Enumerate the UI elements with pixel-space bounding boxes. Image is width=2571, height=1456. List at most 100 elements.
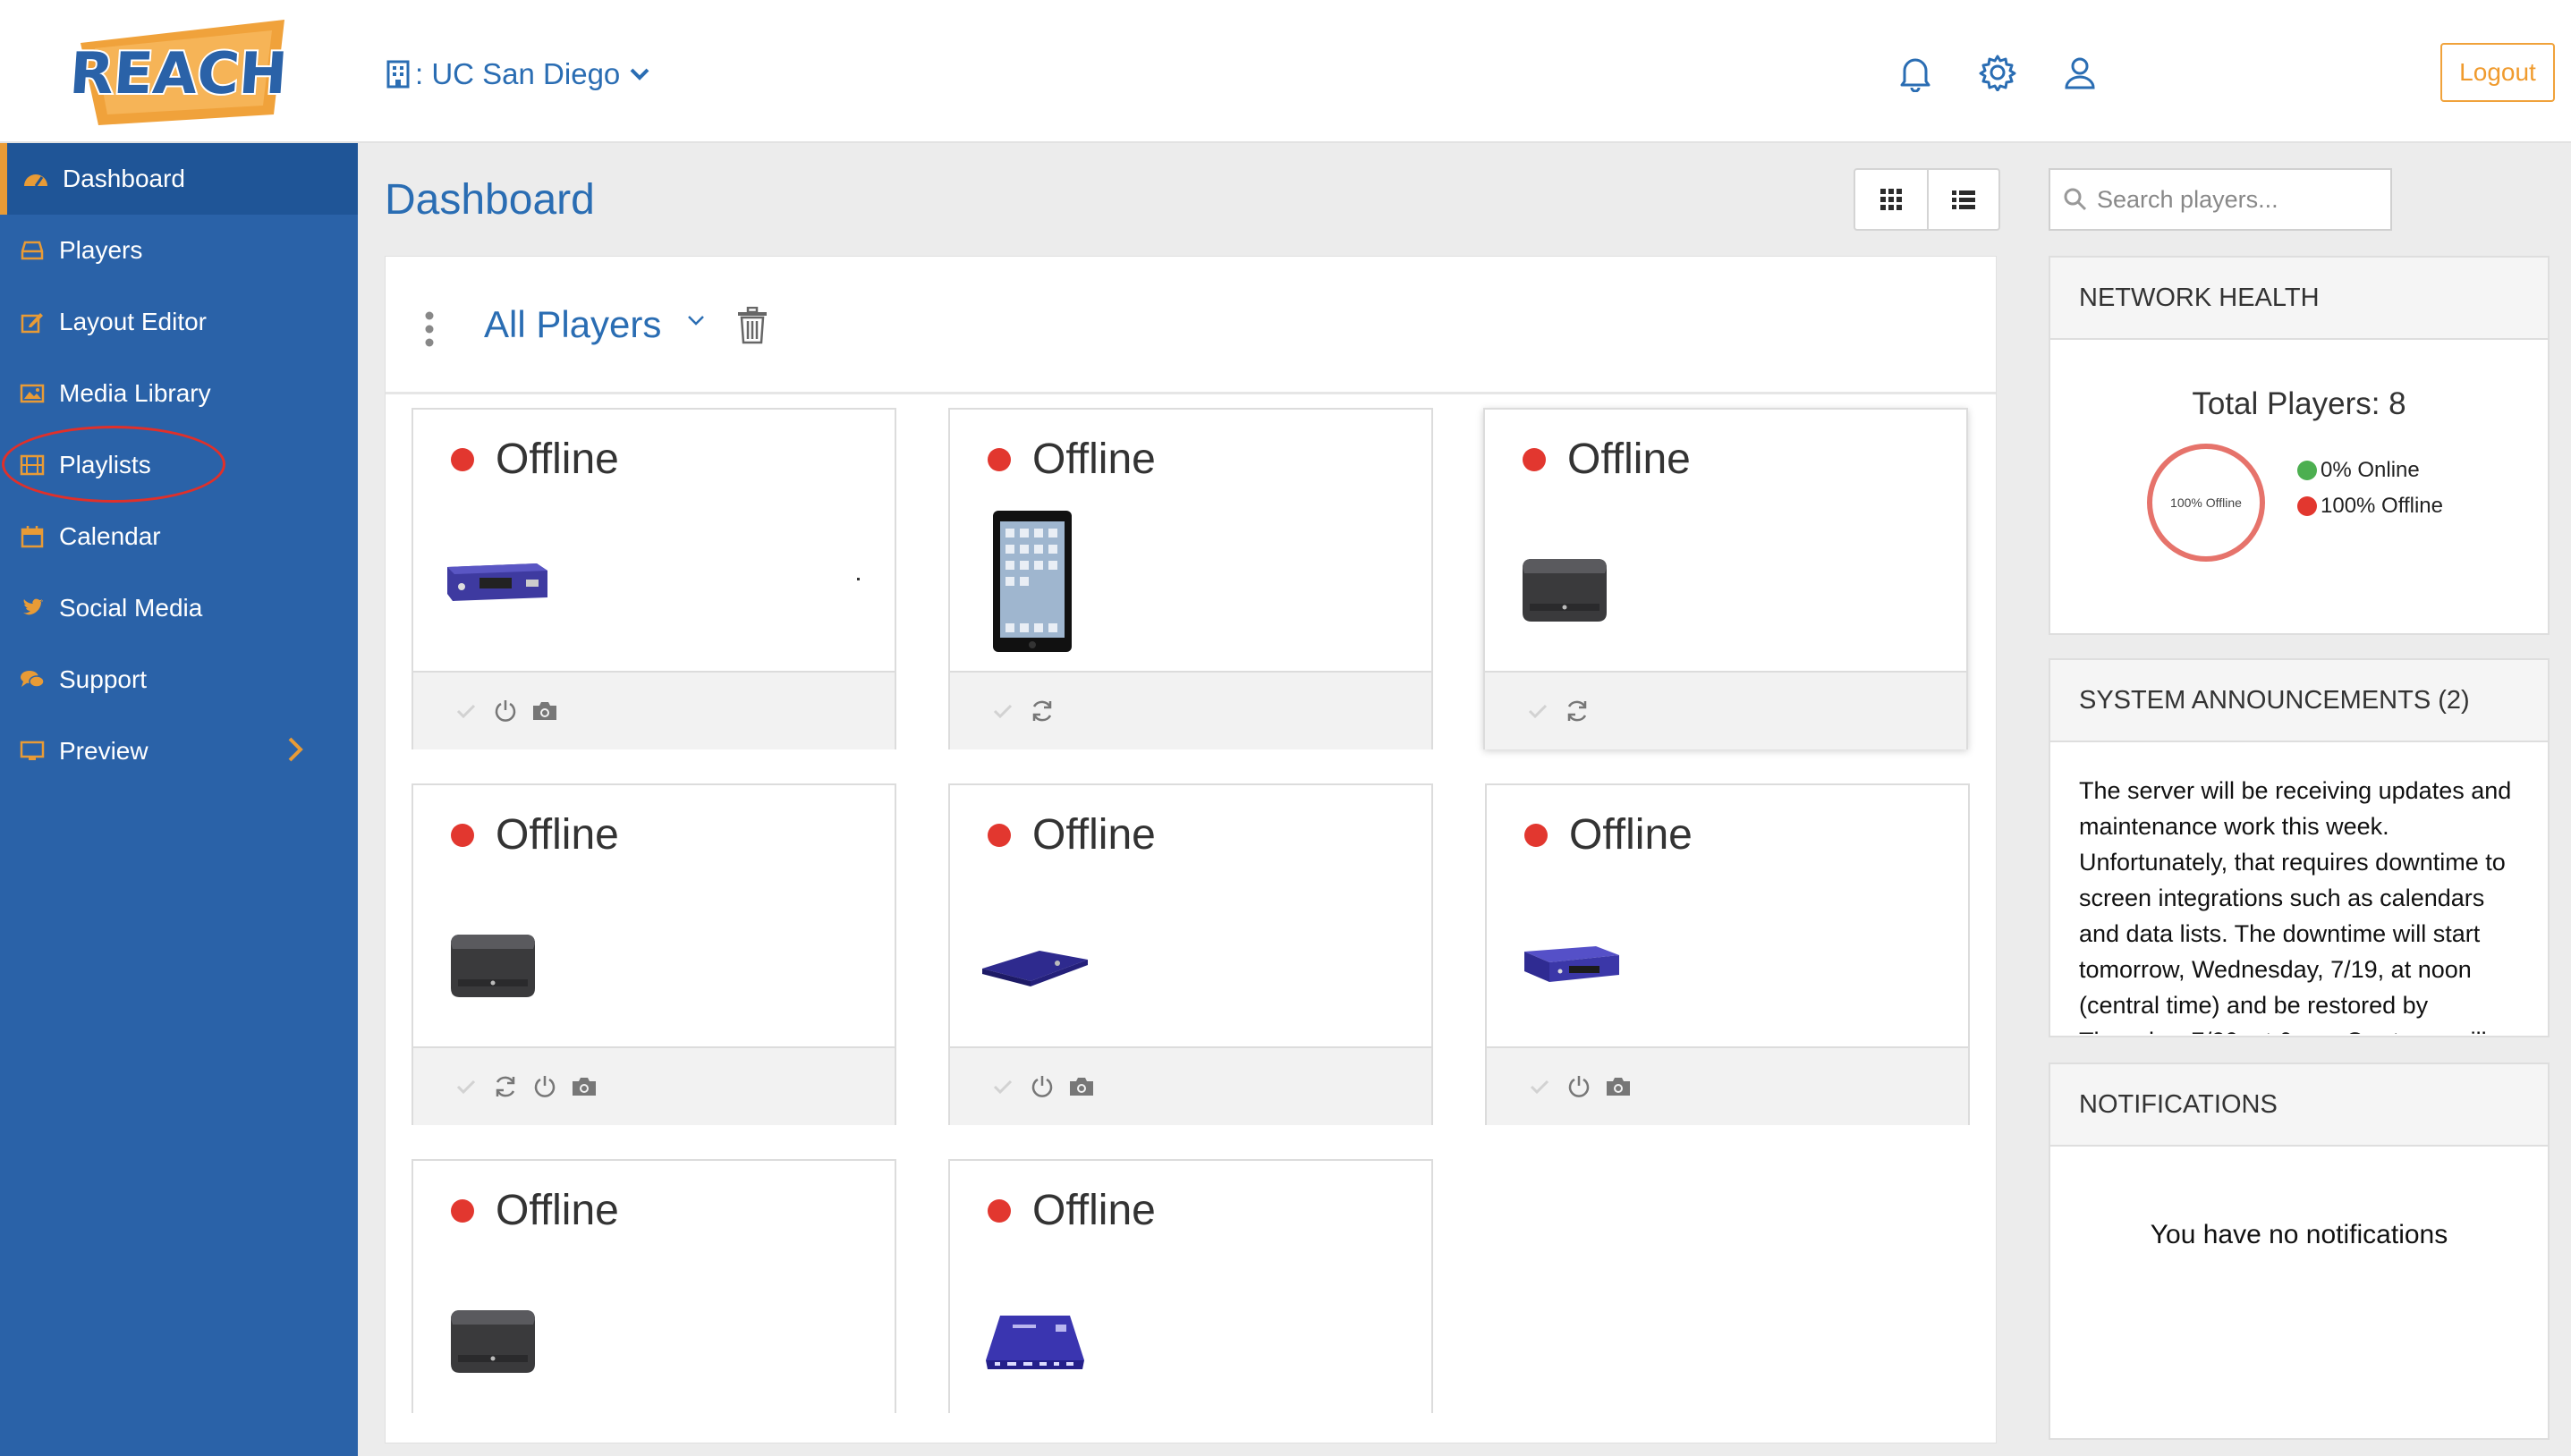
search-box: [2049, 168, 2392, 231]
page-title: Dashboard: [385, 176, 595, 224]
player-card[interactable]: Offline: [412, 1159, 896, 1413]
sidebar-item-layout-editor[interactable]: Layout Editor: [0, 286, 358, 358]
camera-icon[interactable]: [1603, 1071, 1633, 1102]
player-card[interactable]: Offline: [1483, 408, 1968, 749]
panel-header: SYSTEM ANNOUNCEMENTS (2): [2050, 660, 2548, 742]
status-label: Offline: [496, 811, 619, 859]
top-header: REACH : UC San Diego Logout: [0, 0, 2571, 143]
sidebar-item-label: Media Library: [59, 379, 211, 407]
refresh-icon[interactable]: [1027, 696, 1057, 726]
device-image: [1512, 510, 1655, 671]
image-icon: [18, 379, 47, 408]
check-icon[interactable]: [451, 1071, 481, 1102]
device-image: [1514, 880, 1657, 1041]
sidebar-item-label: Layout Editor: [59, 308, 207, 335]
group-name[interactable]: All Players: [484, 303, 661, 346]
search-input[interactable]: [2097, 185, 2383, 214]
group-header: All Players: [386, 257, 1996, 394]
card-actions: [1487, 1046, 1968, 1125]
total-players: Total Players: 8: [2192, 386, 2406, 421]
sidebar-item-players[interactable]: Players: [0, 215, 358, 286]
twitter-icon: [18, 594, 47, 622]
calendar-icon: [18, 522, 47, 551]
bell-icon[interactable]: [1895, 52, 1936, 93]
camera-icon[interactable]: [569, 1071, 599, 1102]
player-card[interactable]: Offline: [412, 408, 896, 749]
sidebar-item-playlists[interactable]: Playlists: [0, 429, 358, 501]
stray-dot: [857, 578, 860, 580]
user-icon[interactable]: [2059, 52, 2100, 93]
film-icon: [18, 451, 47, 479]
notifications-panel: NOTIFICATIONS You have no notifications: [2049, 1062, 2550, 1440]
status-label: Offline: [496, 1187, 619, 1234]
announcement-text[interactable]: The server will be receiving updates and…: [2050, 742, 2548, 1034]
power-icon[interactable]: [530, 1071, 560, 1102]
device-image: [989, 501, 1133, 662]
sidebar-item-preview[interactable]: Preview: [0, 715, 358, 787]
empty-notifications: You have no notifications: [2150, 1220, 2448, 1249]
search-icon: [2064, 188, 2087, 211]
logout-button[interactable]: Logout: [2440, 43, 2555, 102]
gear-icon[interactable]: [1977, 52, 2018, 93]
org-selector[interactable]: : UC San Diego: [386, 52, 656, 97]
network-health-panel: NETWORK HEALTH Total Players: 8 100% Off…: [2049, 256, 2550, 635]
player-card[interactable]: Offline: [948, 783, 1433, 1125]
sidebar-item-calendar[interactable]: Calendar: [0, 501, 358, 572]
sidebar-item-label: Dashboard: [63, 165, 185, 192]
grid-view-button[interactable]: [1855, 170, 1927, 229]
player-status: Offline: [451, 1186, 619, 1235]
device-image: [440, 1261, 583, 1422]
offline-dot: [451, 823, 474, 847]
power-icon[interactable]: [1564, 1071, 1594, 1102]
player-status: Offline: [1523, 435, 1691, 484]
camera-icon[interactable]: [1066, 1071, 1097, 1102]
check-icon[interactable]: [988, 1071, 1018, 1102]
health-legend: 0% Online 100% Offline: [2297, 453, 2443, 524]
card-actions: [413, 671, 895, 749]
player-status: Offline: [988, 435, 1156, 484]
check-icon[interactable]: [988, 696, 1018, 726]
camera-icon[interactable]: [530, 696, 560, 726]
sidebar-item-support[interactable]: Support: [0, 644, 358, 715]
health-donut: 100% Offline: [2147, 444, 2265, 562]
sidebar-item-dashboard[interactable]: Dashboard: [0, 143, 358, 215]
sidebar-item-media-library[interactable]: Media Library: [0, 358, 358, 429]
power-icon[interactable]: [1027, 1071, 1057, 1102]
list-view-button[interactable]: [1927, 170, 1998, 229]
player-card[interactable]: Offline: [412, 783, 896, 1125]
player-card[interactable]: Offline: [948, 1159, 1433, 1413]
kebab-menu-icon[interactable]: [421, 310, 437, 348]
card-actions: [413, 1046, 895, 1125]
sidebar-item-label: Social Media: [59, 594, 203, 622]
player-status: Offline: [988, 810, 1156, 859]
status-label: Offline: [1032, 1187, 1156, 1234]
gauge-icon: [21, 165, 50, 193]
offline-dot: [451, 1198, 474, 1223]
trash-icon[interactable]: [736, 307, 768, 344]
check-icon[interactable]: [451, 696, 481, 726]
reach-logo[interactable]: REACH: [65, 16, 293, 127]
sidebar-item-social-media[interactable]: Social Media: [0, 572, 358, 644]
panel-header: NETWORK HEALTH: [2050, 258, 2548, 340]
legend-online: 0% Online: [2297, 453, 2443, 488]
status-label: Offline: [1567, 436, 1691, 483]
monitor-icon: [18, 737, 47, 766]
power-icon[interactable]: [490, 696, 521, 726]
offline-dot: [451, 447, 474, 471]
drive-icon: [18, 236, 47, 265]
player-status: Offline: [988, 1186, 1156, 1235]
sidebar-item-label: Support: [59, 665, 148, 693]
refresh-icon[interactable]: [490, 1071, 521, 1102]
check-icon[interactable]: [1523, 696, 1553, 726]
legend-label: 100% Offline: [2321, 494, 2443, 518]
org-prefix: :: [415, 57, 432, 90]
player-card[interactable]: Offline: [948, 408, 1433, 749]
chevron-down-icon[interactable]: [686, 312, 706, 328]
check-icon[interactable]: [1524, 1071, 1555, 1102]
refresh-icon[interactable]: [1562, 696, 1592, 726]
player-card[interactable]: Offline: [1485, 783, 1970, 1125]
chat-icon: [18, 665, 47, 694]
device-image: [977, 884, 1120, 1045]
offline-dot: [1523, 447, 1546, 471]
device-image: [440, 885, 583, 1046]
